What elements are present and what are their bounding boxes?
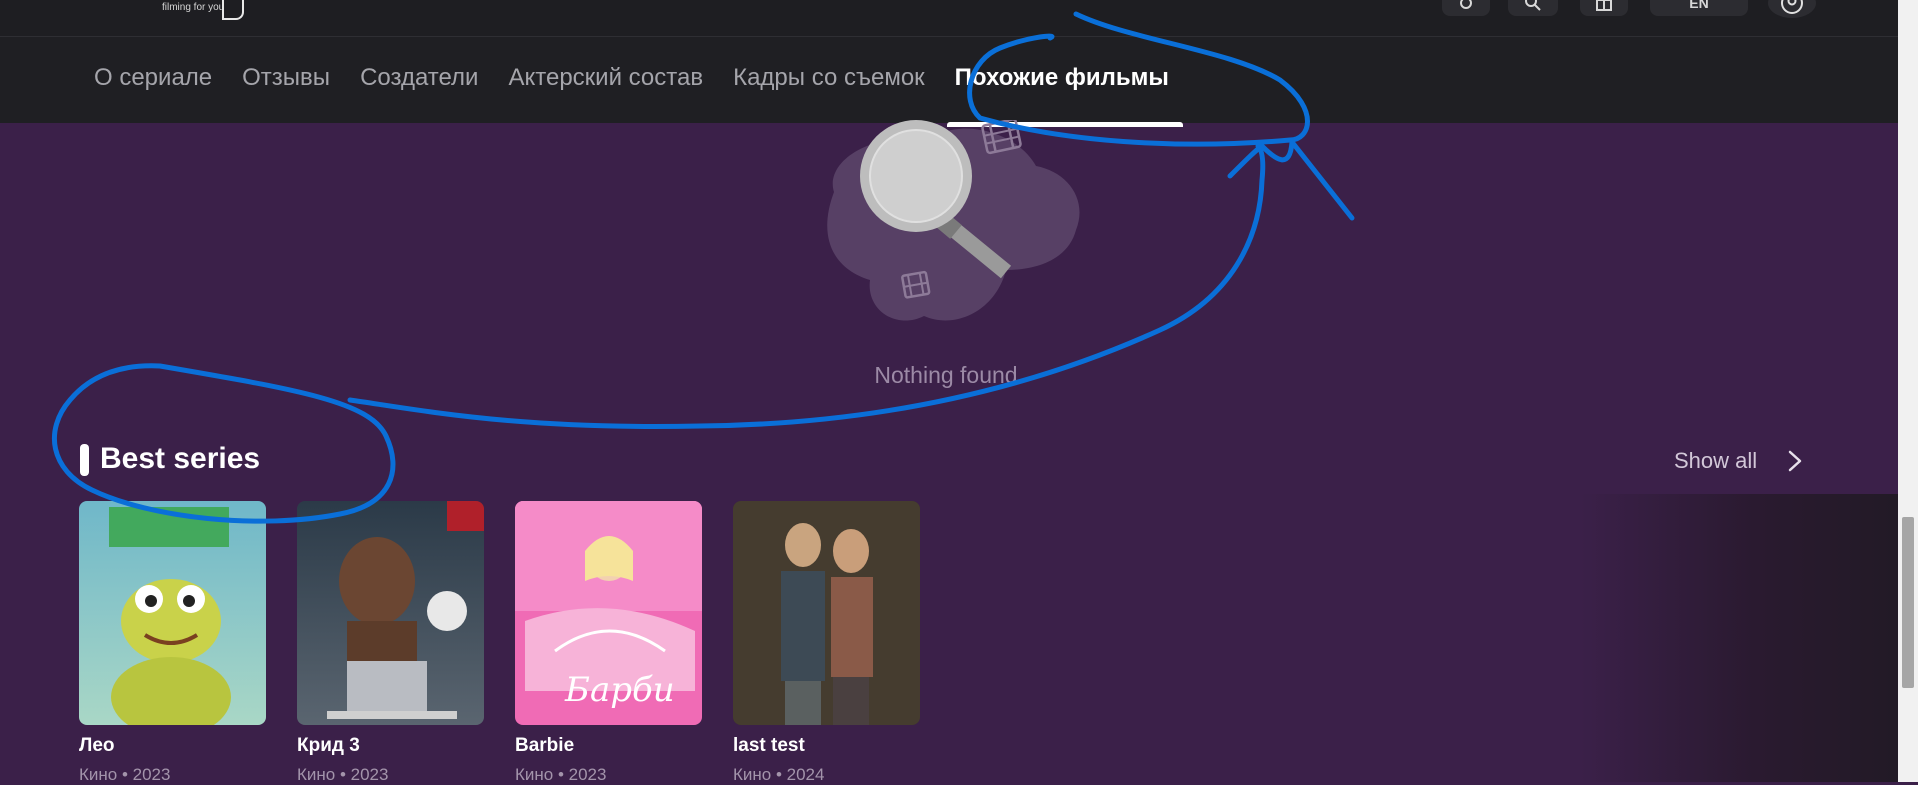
movie-meta: Кино • 2023 bbox=[79, 765, 171, 784]
movie-meta: Кино • 2024 bbox=[733, 765, 825, 784]
tab-cast[interactable]: Актерский состав bbox=[508, 64, 703, 92]
movie-card[interactable]: Барби Barbie Кино • 2023 bbox=[515, 501, 702, 785]
top-nav-faded-item[interactable] bbox=[300, 0, 304, 10]
tab-similar-movies[interactable]: Похожие фильмы bbox=[946, 64, 1184, 127]
poster-image bbox=[733, 501, 920, 725]
tab-creators[interactable]: Создатели bbox=[360, 64, 478, 92]
settings-icon bbox=[1460, 0, 1472, 9]
movie-carousel: Лео Кино • 2023 Крид 3 Кино • 2023 Барби… bbox=[79, 501, 951, 785]
movie-title[interactable]: Крид 3 bbox=[297, 735, 484, 757]
movie-poster-creed[interactable] bbox=[297, 501, 484, 725]
language-selector[interactable]: EN bbox=[1650, 0, 1748, 16]
logo-icon[interactable] bbox=[222, 0, 244, 20]
section-tabs: О сериале Отзывы Создатели Актерский сос… bbox=[94, 64, 1199, 127]
poster-image bbox=[79, 501, 266, 725]
show-all-label: Show all bbox=[1674, 448, 1758, 473]
tab-about[interactable]: О сериале bbox=[94, 64, 212, 92]
section-accent-bar bbox=[80, 444, 89, 476]
profile-button[interactable] bbox=[1768, 0, 1816, 18]
tab-reviews[interactable]: Отзывы bbox=[242, 64, 330, 92]
movie-poster-barbie[interactable]: Барби bbox=[515, 501, 702, 725]
tab-behind-scenes[interactable]: Кадры со съемок bbox=[733, 64, 925, 92]
poster-image: Барби bbox=[515, 501, 702, 725]
chevron-right-icon bbox=[1788, 450, 1802, 472]
movie-card[interactable]: Лео Кино • 2023 bbox=[79, 501, 266, 785]
top-header: filming for you EN bbox=[0, 0, 1898, 37]
section-tabs-bar: О сериале Отзывы Создатели Актерский сос… bbox=[0, 37, 1898, 127]
carousel-fade-overlay bbox=[1580, 494, 1898, 782]
svg-text:Барби: Барби bbox=[564, 670, 675, 710]
settings-button[interactable] bbox=[1442, 0, 1490, 16]
movie-meta: Кино • 2023 bbox=[297, 765, 389, 784]
logo-tagline: filming for you bbox=[162, 2, 225, 13]
movie-title[interactable]: Barbie bbox=[515, 735, 702, 757]
movie-card[interactable]: Крид 3 Кино • 2023 bbox=[297, 501, 484, 785]
movie-poster-last-test[interactable] bbox=[733, 501, 920, 725]
movie-poster-leo[interactable] bbox=[79, 501, 266, 725]
movie-title[interactable]: last test bbox=[733, 735, 920, 757]
gift-button[interactable] bbox=[1580, 0, 1628, 16]
gift-icon bbox=[1596, 0, 1612, 11]
movie-meta: Кино • 2023 bbox=[515, 765, 607, 784]
empty-state-message: Nothing found bbox=[874, 362, 1018, 388]
scrollbar-thumb[interactable] bbox=[1902, 517, 1914, 688]
show-all-link[interactable]: Show all bbox=[1674, 448, 1803, 474]
movie-title[interactable]: Лео bbox=[79, 735, 266, 757]
search-icon bbox=[1525, 0, 1541, 11]
movie-card[interactable]: last test Кино • 2024 bbox=[733, 501, 920, 785]
section-title: Best series bbox=[100, 442, 261, 475]
user-icon bbox=[1781, 0, 1803, 14]
poster-image bbox=[297, 501, 484, 725]
search-button[interactable] bbox=[1508, 0, 1558, 16]
language-label: EN bbox=[1689, 0, 1709, 11]
magnifier-film-icon bbox=[827, 120, 1080, 321]
